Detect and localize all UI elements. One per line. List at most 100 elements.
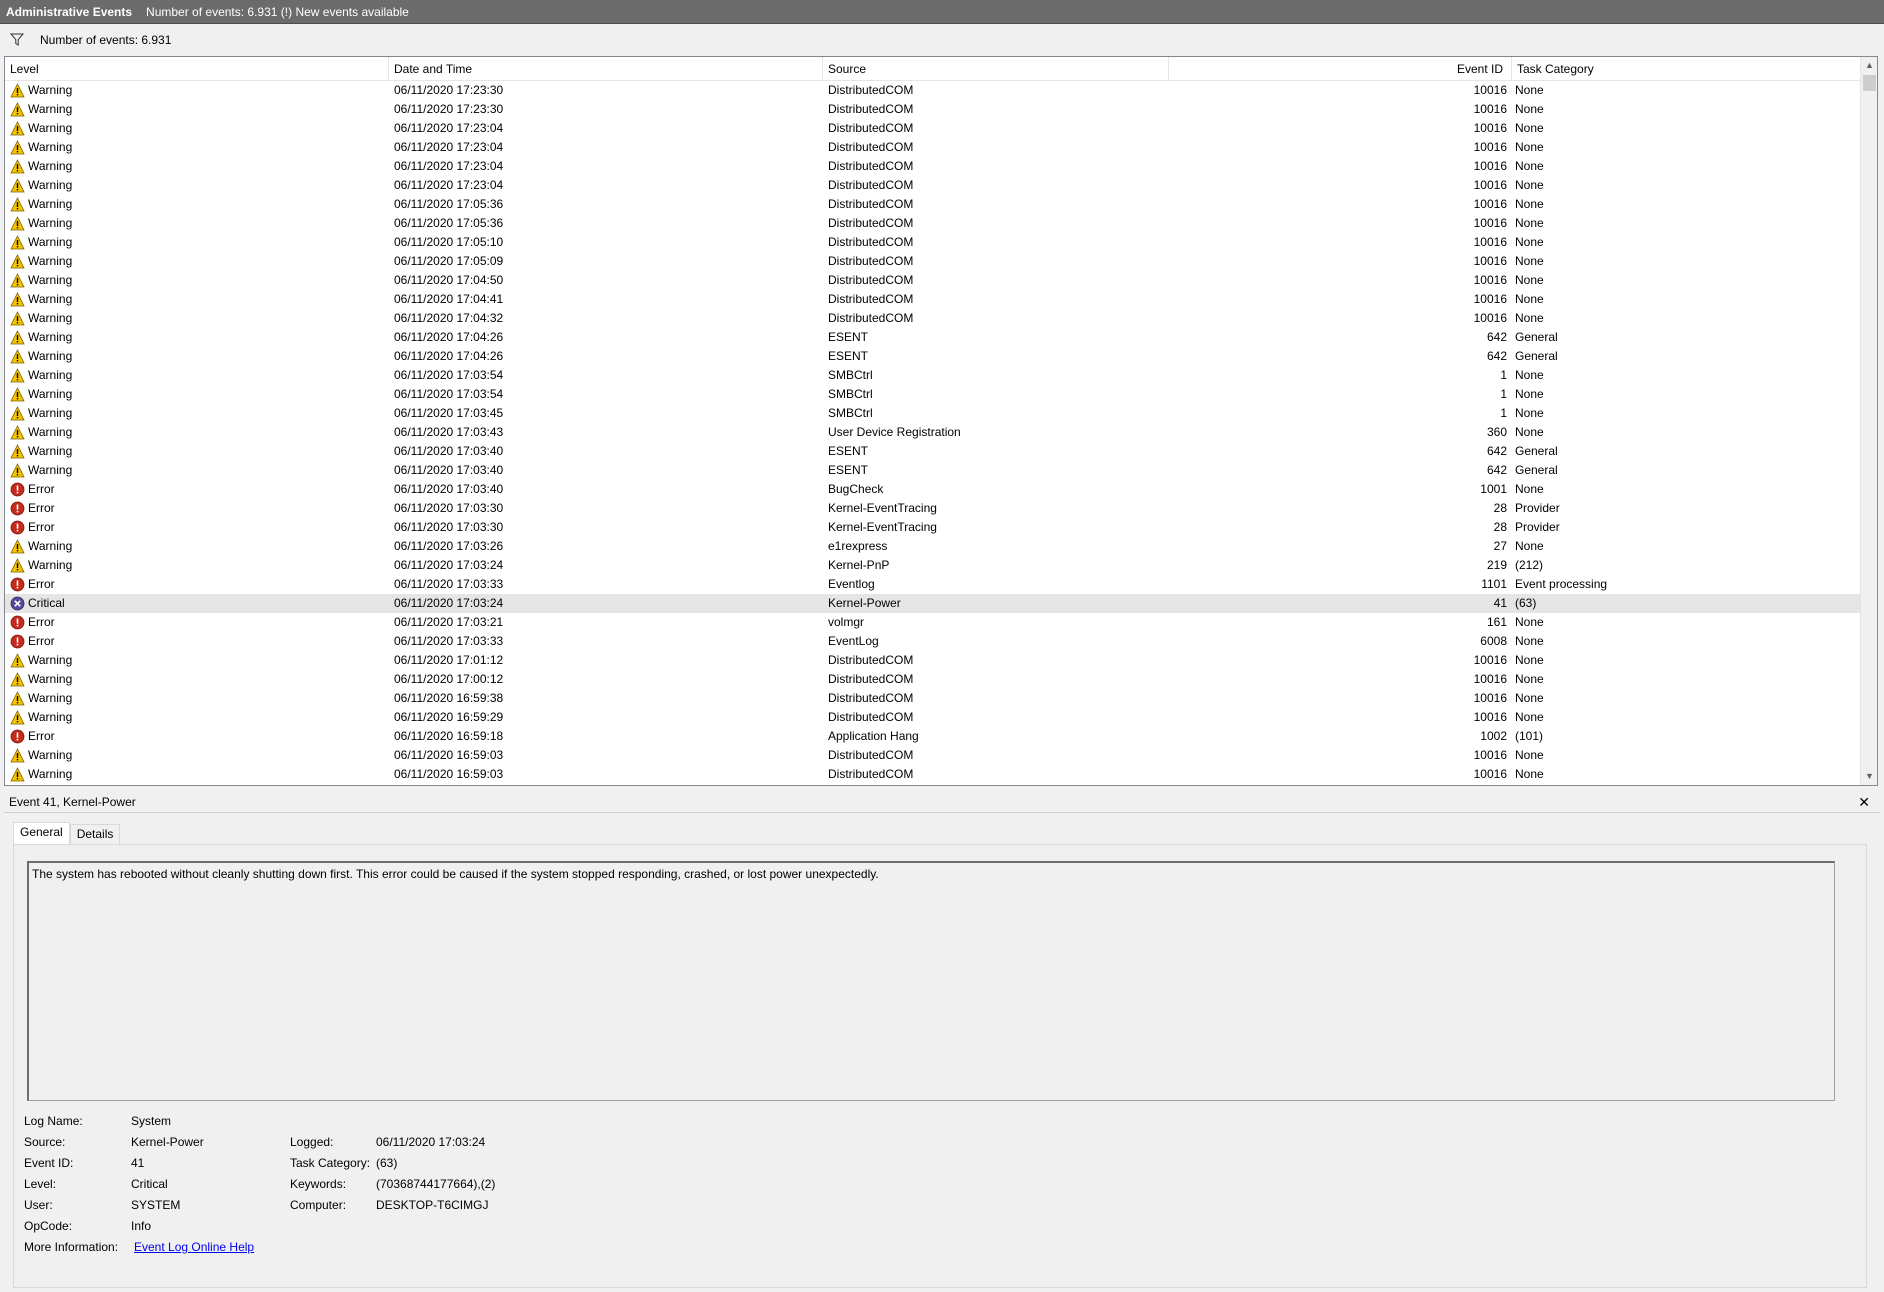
cell-date: 06/11/2020 17:03:24 <box>394 558 504 572</box>
cell-date: 06/11/2020 17:03:21 <box>394 615 504 629</box>
table-row[interactable]: Error 06/11/2020 17:03:30 Kernel-EventTrac… <box>5 518 1860 537</box>
table-row[interactable]: Error 06/11/2020 16:59:18 Application Hang… <box>5 727 1860 746</box>
level-text: Warning <box>28 444 73 458</box>
table-row[interactable]: Error 06/11/2020 17:03:40 BugCheck 1001 None <box>5 480 1860 499</box>
cell-date: 06/11/2020 17:04:26 <box>394 330 504 344</box>
cell-source: Kernel-EventTracing <box>828 520 937 534</box>
cell-level: Error <box>10 727 390 746</box>
cell-source: ESENT <box>828 349 869 363</box>
cell-level: Error <box>10 632 390 651</box>
table-row[interactable]: Warning 06/11/2020 17:04:50 DistributedCOM… <box>5 271 1860 290</box>
tab-details[interactable]: Details <box>69 824 121 845</box>
table-row[interactable]: Warning 06/11/2020 16:59:03 DistributedCOM… <box>5 765 1860 784</box>
cell-date: 06/11/2020 17:05:36 <box>394 197 504 211</box>
list-scrollbar[interactable]: ▲ ▼ <box>1860 57 1877 785</box>
table-row[interactable]: Warning 06/11/2020 17:23:04 DistributedCOM… <box>5 138 1860 157</box>
column-header-date[interactable]: Date and Time <box>389 57 823 81</box>
table-row[interactable]: Warning 06/11/2020 17:04:41 DistributedCOM… <box>5 290 1860 309</box>
table-row[interactable]: Warning 06/11/2020 17:03:54 SMBCtrl 1 None <box>5 385 1860 404</box>
warning-icon <box>10 653 25 668</box>
table-row[interactable]: Critical 06/11/2020 17:03:24 Kernel-Power 4… <box>5 594 1860 613</box>
level-text: Warning <box>28 273 73 287</box>
cell-level: Warning <box>10 309 390 328</box>
cell-source: ESENT <box>828 444 869 458</box>
table-row[interactable]: Warning 06/11/2020 16:59:03 DistributedCOM… <box>5 746 1860 765</box>
filter-icon[interactable] <box>10 33 24 46</box>
table-row[interactable]: Warning 06/11/2020 17:03:40 ESENT 642 Genera… <box>5 442 1860 461</box>
cell-task-category: None <box>1515 235 1544 249</box>
table-row[interactable]: Warning 06/11/2020 17:23:04 DistributedCOM… <box>5 157 1860 176</box>
scroll-up-arrow-icon[interactable]: ▲ <box>1861 57 1877 74</box>
table-row[interactable]: Warning 06/11/2020 17:23:30 DistributedCOM… <box>5 100 1860 119</box>
column-header-event-id[interactable]: Event ID <box>1169 57 1512 81</box>
scroll-thumb[interactable] <box>1863 75 1876 91</box>
cell-task-category: General <box>1515 330 1558 344</box>
table-row[interactable]: Error 06/11/2020 17:03:33 EventLog 6008 None <box>5 632 1860 651</box>
detail-title: Event 41, Kernel-Power <box>4 791 1880 813</box>
cell-date: 06/11/2020 17:23:30 <box>394 83 504 97</box>
cell-date: 06/11/2020 17:03:30 <box>394 520 504 534</box>
cell-date: 06/11/2020 17:05:10 <box>394 235 504 249</box>
table-row[interactable]: Error 06/11/2020 17:03:21 volmgr 161 None <box>5 613 1860 632</box>
table-row[interactable]: Warning 06/11/2020 17:04:32 DistributedCOM… <box>5 309 1860 328</box>
table-row[interactable]: Warning 06/11/2020 17:03:54 SMBCtrl 1 None <box>5 366 1860 385</box>
label-source: Source: <box>24 1135 66 1149</box>
table-row[interactable]: Warning 06/11/2020 17:03:24 Kernel-PnP 219 (… <box>5 556 1860 575</box>
tab-general[interactable]: General <box>13 822 70 845</box>
table-row[interactable]: Error 06/11/2020 17:03:30 Kernel-EventTrac… <box>5 499 1860 518</box>
table-row[interactable]: Warning 06/11/2020 17:01:12 DistributedCOM… <box>5 651 1860 670</box>
event-log-online-help-link[interactable]: Event Log Online Help <box>134 1237 254 1258</box>
cell-event-id: 27 <box>1493 539 1507 553</box>
cell-date: 06/11/2020 17:03:33 <box>394 634 504 648</box>
critical-icon <box>10 596 25 611</box>
cell-task-category: None <box>1515 121 1544 135</box>
scroll-down-arrow-icon[interactable]: ▼ <box>1861 768 1877 785</box>
cell-task-category: None <box>1515 292 1544 306</box>
cell-event-id: 28 <box>1493 520 1507 534</box>
table-row[interactable]: Warning 06/11/2020 17:05:09 DistributedCOM… <box>5 252 1860 271</box>
table-row[interactable]: Warning 06/11/2020 16:59:38 DistributedCOM… <box>5 689 1860 708</box>
column-header-task-category[interactable]: Task Category <box>1512 57 1862 81</box>
table-row[interactable]: Warning 06/11/2020 17:00:12 DistributedCOM… <box>5 670 1860 689</box>
error-icon <box>10 577 25 592</box>
column-header-source[interactable]: Source <box>823 57 1169 81</box>
cell-event-id: 10016 <box>1473 311 1507 325</box>
close-icon[interactable]: ✕ <box>1858 795 1870 809</box>
table-row[interactable]: Warning 06/11/2020 17:03:40 ESENT 642 Genera… <box>5 461 1860 480</box>
table-row[interactable]: Warning 06/11/2020 17:23:04 DistributedCOM… <box>5 176 1860 195</box>
table-row[interactable]: Warning 06/11/2020 17:05:10 DistributedCOM… <box>5 233 1860 252</box>
cell-date: 06/11/2020 17:23:04 <box>394 140 504 154</box>
table-row[interactable]: Warning 06/11/2020 17:23:04 DistributedCOM… <box>5 119 1860 138</box>
table-row[interactable]: Warning 06/11/2020 17:04:26 ESENT 642 Genera… <box>5 328 1860 347</box>
cell-source: DistributedCOM <box>828 672 914 686</box>
warning-icon <box>10 710 25 725</box>
table-row[interactable]: Warning 06/11/2020 17:03:26 e1rexpress 27 No… <box>5 537 1860 556</box>
value-level: Critical <box>131 1177 168 1191</box>
cell-event-id: 28 <box>1493 501 1507 515</box>
table-row[interactable]: Warning 06/11/2020 17:05:36 DistributedCOM… <box>5 214 1860 233</box>
filter-bar: Number of events: 6.931 <box>0 24 1884 55</box>
cell-date: 06/11/2020 17:01:12 <box>394 653 504 667</box>
cell-level: Warning <box>10 347 390 366</box>
event-count: Number of events: 6.931 <box>40 32 172 47</box>
cell-level: Warning <box>10 708 390 727</box>
event-description[interactable]: The system has rebooted without cleanly … <box>27 861 1835 1101</box>
table-row[interactable]: Warning 06/11/2020 17:04:26 ESENT 642 Genera… <box>5 347 1860 366</box>
cell-event-id: 10016 <box>1473 235 1507 249</box>
cell-date: 06/11/2020 17:04:50 <box>394 273 504 287</box>
table-row[interactable]: Error 06/11/2020 17:03:33 Eventlog 1101 Even… <box>5 575 1860 594</box>
cell-task-category: None <box>1515 102 1544 116</box>
cell-date: 06/11/2020 17:03:40 <box>394 444 504 458</box>
table-row[interactable]: Warning 06/11/2020 16:59:29 DistributedCOM… <box>5 708 1860 727</box>
table-row[interactable]: Warning 06/11/2020 17:05:36 DistributedCOM… <box>5 195 1860 214</box>
event-list[interactable]: Level Date and Time Source Event ID Task… <box>4 56 1878 786</box>
error-icon <box>10 729 25 744</box>
cell-task-category: None <box>1515 254 1544 268</box>
cell-source: Eventlog <box>828 577 875 591</box>
table-row[interactable]: Warning 06/11/2020 17:23:30 DistributedCOM… <box>5 81 1860 100</box>
cell-source: DistributedCOM <box>828 767 914 781</box>
cell-level: Warning <box>10 119 390 138</box>
table-row[interactable]: Warning 06/11/2020 17:03:45 SMBCtrl 1 None <box>5 404 1860 423</box>
table-row[interactable]: Warning 06/11/2020 17:03:43 User Device Re… <box>5 423 1860 442</box>
column-header-level[interactable]: Level <box>5 57 389 81</box>
